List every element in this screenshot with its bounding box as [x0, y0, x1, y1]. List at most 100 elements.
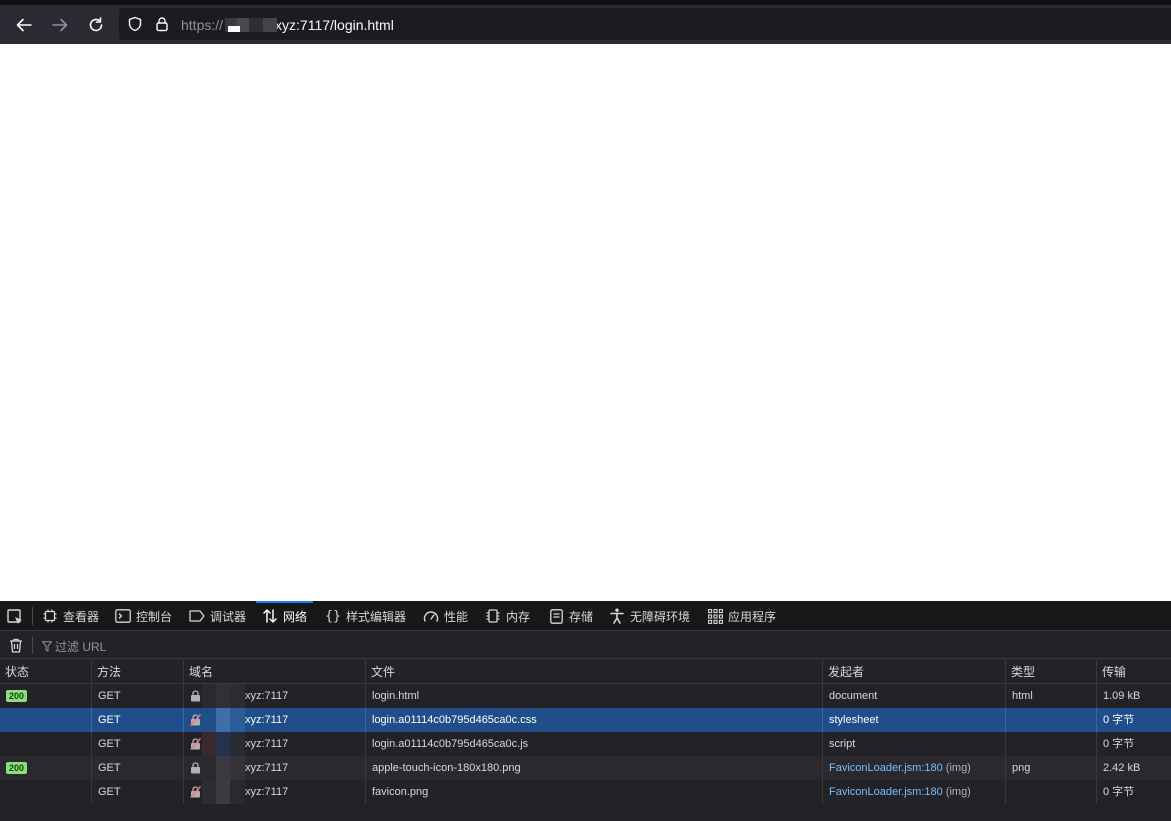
filter-icon	[42, 641, 52, 652]
tab-separator	[32, 607, 33, 625]
initiator-type: (img)	[945, 786, 971, 798]
tab-performance[interactable]: 性能	[423, 601, 468, 631]
storage-icon	[548, 608, 564, 624]
status-badge: 200	[6, 762, 28, 775]
redacted-host	[225, 18, 277, 32]
tab-memory[interactable]: 内存	[485, 601, 530, 631]
insecure-lock-icon	[190, 714, 201, 727]
tab-console[interactable]: 控制台	[115, 601, 172, 631]
cell-method: GET	[92, 684, 184, 708]
toolbar-separator	[32, 637, 33, 654]
cell-file: login.a01114c0b795d465ca0c.js	[366, 732, 823, 756]
initiator-text: document	[829, 690, 878, 702]
tab-accessibility[interactable]: 无障碍环境	[609, 601, 690, 631]
cell-domain: xyz:7117	[184, 756, 366, 780]
request-rows: 200 GET xyz:7117 login.html document html 1.09…	[0, 684, 1171, 804]
tab-application[interactable]: 应用程序	[707, 601, 776, 631]
table-row[interactable]: 200 GET xyz:7117 login.html document html 1.09…	[0, 684, 1171, 708]
cell-status: 200	[0, 756, 92, 780]
cell-domain: xyz:7117	[184, 708, 366, 732]
url-text[interactable]: https:// xyz:7117/login.html	[181, 17, 394, 33]
initiator-text[interactable]: FaviconLoader.jsm:180	[829, 762, 943, 774]
col-type[interactable]: 类型	[1006, 660, 1097, 684]
domain-text: xyz:7117	[245, 762, 289, 774]
application-icon	[707, 608, 723, 624]
cell-transfer: 2.42 kB	[1103, 762, 1141, 774]
network-icon	[262, 608, 278, 624]
status-badge: 200	[6, 690, 28, 703]
table-header: 状态 方法 域名 文件 发起者 类型 传输	[0, 660, 1171, 684]
forward-button[interactable]	[47, 12, 73, 38]
lock-icon	[191, 762, 200, 774]
cell-status	[0, 732, 92, 756]
performance-icon	[423, 608, 439, 624]
cell-initiator: document	[823, 684, 1006, 708]
url-host: xyz:7117/login.html	[275, 17, 394, 33]
tab-label: 内存	[506, 609, 531, 624]
domain-text: xyz:7117	[245, 786, 289, 798]
debugger-icon	[189, 608, 205, 624]
cell-method: GET	[92, 756, 184, 780]
table-row[interactable]: 200 GET xyz:7117 apple-touch-icon-180x180.p…	[0, 756, 1171, 780]
tab-label: 控制台	[136, 609, 173, 624]
tab-style-editor[interactable]: {} 样式编辑器	[325, 601, 406, 631]
cell-file: favicon.png	[366, 780, 823, 804]
forward-arrow-icon	[52, 18, 68, 32]
cell-domain: xyz:7117	[184, 684, 366, 708]
back-button[interactable]	[11, 12, 37, 38]
col-method[interactable]: 方法	[92, 660, 184, 684]
shield-icon[interactable]	[127, 16, 143, 32]
cell-method: GET	[92, 732, 184, 756]
cell-domain: xyz:7117	[184, 780, 366, 804]
address-bar[interactable]: https:// xyz:7117/login.html	[119, 8, 1171, 40]
redacted-host	[202, 732, 245, 756]
initiator-text: script	[829, 738, 856, 750]
redacted-host	[202, 708, 245, 732]
col-file[interactable]: 文件	[366, 660, 823, 684]
tab-network[interactable]: 网络	[255, 601, 314, 631]
style-editor-icon: {}	[325, 608, 341, 624]
tab-storage[interactable]: 存储	[548, 601, 593, 631]
tab-inspector[interactable]: 查看器	[42, 601, 99, 631]
tab-label: 性能	[444, 609, 469, 624]
cell-initiator: script	[823, 732, 1006, 756]
table-row[interactable]: GET xyz:7117 login.a01114c0b795d465ca0c.cs…	[0, 708, 1171, 732]
insecure-lock-icon	[190, 738, 201, 751]
console-icon	[115, 608, 131, 624]
cell-transfer: 0 字节	[1103, 738, 1135, 750]
cell-domain: xyz:7117	[184, 732, 366, 756]
table-row[interactable]: GET xyz:7117 favicon.png FaviconLoader.jsm:…	[0, 780, 1171, 804]
accessibility-icon	[609, 608, 625, 624]
trash-icon[interactable]	[9, 638, 23, 653]
col-initiator[interactable]: 发起者	[823, 660, 1006, 684]
cell-type	[1006, 708, 1097, 732]
cell-initiator: FaviconLoader.jsm:180 (img)	[823, 780, 1006, 804]
inspector-icon	[42, 608, 58, 624]
url-scheme: https://	[181, 17, 224, 33]
insecure-lock-icon	[190, 786, 201, 799]
lock-icon[interactable]	[154, 16, 170, 32]
cell-method: GET	[92, 708, 184, 732]
tab-label: 调试器	[210, 609, 247, 624]
redacted-host	[202, 684, 245, 708]
domain-text: xyz:7117	[245, 690, 289, 702]
table-row[interactable]: GET xyz:7117 login.a01114c0b795d465ca0c.js…	[0, 732, 1171, 756]
initiator-text[interactable]: FaviconLoader.jsm:180	[829, 786, 943, 798]
reload-button[interactable]	[83, 12, 109, 38]
page-viewport[interactable]	[0, 44, 1171, 601]
tab-label: 查看器	[63, 609, 100, 624]
tab-debugger[interactable]: 调试器	[189, 601, 246, 631]
tab-label: 网络	[283, 609, 308, 624]
col-transfer[interactable]: 传输	[1097, 660, 1171, 684]
network-toolbar: 过滤 URL	[0, 632, 1171, 659]
element-picker-icon[interactable]	[6, 608, 24, 626]
initiator-type: (img)	[945, 762, 971, 774]
tab-label: 样式编辑器	[346, 609, 407, 624]
cell-transfer: 1.09 kB	[1103, 690, 1141, 702]
col-domain[interactable]: 域名	[184, 660, 366, 684]
col-status[interactable]: 状态	[0, 660, 92, 684]
cell-initiator: FaviconLoader.jsm:180 (img)	[823, 756, 1006, 780]
cell-status	[0, 708, 92, 732]
filter-url-input[interactable]: 过滤 URL	[42, 638, 106, 655]
initiator-text: stylesheet	[829, 714, 879, 726]
